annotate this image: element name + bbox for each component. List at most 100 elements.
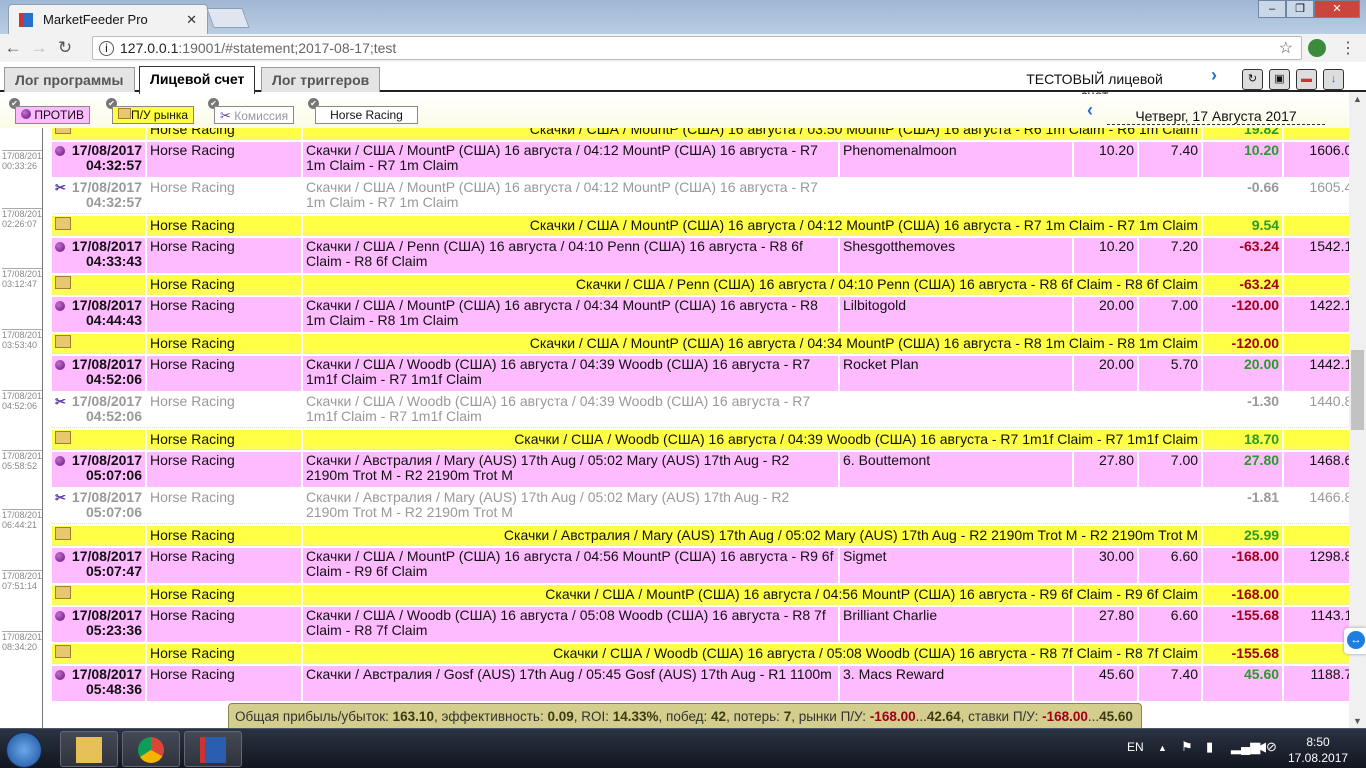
info-icon[interactable]: i [99, 40, 114, 56]
bet-row[interactable]: 17/08/2017 04:52:06 Horse Racing Скачки / С… [52, 356, 1349, 391]
balance: 1542.17 [1284, 238, 1349, 273]
sport: Horse Racing [147, 526, 301, 546]
statement-table: Horse Racing Скачки / США / MountP (США) … [50, 128, 1349, 728]
reload-icon[interactable]: ↻ [52, 38, 78, 58]
bet-pl-min: -168.00 [1042, 709, 1088, 724]
browser-tab[interactable]: MarketFeeder Pro ✕ [8, 4, 208, 34]
bet-row[interactable]: 17/08/2017 04:32:57 Horse Racing Скачки / С… [52, 142, 1349, 177]
selection: 6. Bouttemont [840, 452, 1072, 487]
clock[interactable]: 8:50 17.08.2017 [1288, 734, 1348, 766]
start-button[interactable] [6, 732, 42, 768]
commission-row[interactable]: ✂ 17/08/2017 04:52:06 Horse Racing Скачки / … [52, 393, 1349, 428]
windows-taskbar: EN ▲ ⚑ ▮ ▂▄▆ ◀⊘ 8:50 17.08.2017 [0, 728, 1366, 768]
timeline-timestamp: 17/08/201 00:33:26 [2, 150, 43, 171]
market-summary-row[interactable]: Horse Racing Скачки / Австралия / Mary (A… [52, 526, 1349, 546]
save-button[interactable]: ▣ [1269, 69, 1290, 90]
bet-row[interactable]: 17/08/2017 05:48:36 Horse Racing Скачки / А… [52, 666, 1349, 701]
bet-row[interactable]: 17/08/2017 04:44:43 Horse Racing Скачки / С… [52, 297, 1349, 332]
filter-market-pl[interactable]: П/У рынка [112, 106, 195, 124]
market-icon [55, 645, 71, 658]
chrome-icon [138, 737, 164, 763]
new-tab-button[interactable] [206, 8, 250, 28]
stake [1139, 489, 1202, 524]
odds: 27.80 [1074, 607, 1137, 642]
volume-muted-icon[interactable]: ◀⊘ [1256, 739, 1277, 755]
balance: 1143.18 [1284, 607, 1349, 642]
stake: 7.00 [1139, 297, 1202, 332]
bet-row[interactable]: 17/08/2017 05:07:06 Horse Racing Скачки / А… [52, 452, 1349, 487]
market-summary-row[interactable]: Horse Racing Скачки / США / MountP (США) … [52, 128, 1349, 140]
language-indicator[interactable]: EN [1127, 740, 1144, 754]
selection: Sigmet [840, 548, 1072, 583]
app-favicon-icon [19, 12, 33, 27]
market-pl-max: 42.64 [926, 709, 961, 724]
marketfeeder-taskbar-button[interactable] [184, 731, 242, 767]
forward-icon[interactable]: → [26, 38, 52, 58]
bet-row[interactable]: 17/08/2017 05:23:36 Horse Racing Скачки / С… [52, 607, 1349, 642]
show-hidden-icons[interactable]: ▲ [1158, 743, 1167, 753]
url-path: :19001/#statement;2017-08-17;test [178, 40, 397, 56]
market-name: Скачки / США / Woodb (США) 16 августа / … [303, 430, 1202, 450]
tab-trigger-log[interactable]: Лог триггеров [261, 67, 381, 92]
tab-statement[interactable]: Лицевой счет [139, 66, 256, 94]
close-tab-icon[interactable]: ✕ [186, 12, 197, 28]
market-summary-row[interactable]: Horse Racing Скачки / США / Woodb (США) 1… [52, 430, 1349, 450]
market-summary-row[interactable]: Horse Racing Скачки / США / MountP (США) … [52, 334, 1349, 354]
summary-status-bar: Общая прибыль/убыток: 163.10, эффективно… [228, 703, 1142, 729]
maximize-button[interactable]: ❐ [1286, 0, 1314, 18]
teamviewer-widget[interactable]: ↔ [1344, 628, 1366, 654]
market-summary-row[interactable]: Horse Racing Скачки / США / MountP (США) … [52, 585, 1349, 605]
timeline-timestamp: 17/08/201 03:53:40 [2, 329, 43, 350]
close-window-button[interactable]: ✕ [1314, 0, 1360, 18]
scroll-up-icon[interactable]: ▲ [1353, 94, 1362, 104]
extension-icon[interactable] [1308, 39, 1326, 57]
market-summary-row[interactable]: Horse Racing Скачки / США / Woodb (США) 1… [52, 644, 1349, 664]
bet-datetime: ✂ 17/08/2017 04:32:57 [52, 179, 145, 214]
power-icon[interactable]: ▮ [1206, 739, 1213, 755]
download-button[interactable]: ↓ [1323, 69, 1344, 90]
prev-date-icon[interactable]: ‹ [1087, 100, 1093, 121]
bet-row[interactable]: 17/08/2017 05:07:47 Horse Racing Скачки / С… [52, 548, 1349, 583]
timeline-timestamp: 17/08/201 03:12:47 [2, 268, 43, 289]
filter-commission[interactable]: ✂ Комиссия [214, 106, 295, 124]
commission-row[interactable]: ✂ 17/08/2017 05:07:06 Horse Racing Скачки / … [52, 489, 1349, 524]
tab-title: MarketFeeder Pro [43, 12, 148, 27]
profit-loss: -155.68 [1203, 607, 1283, 642]
tab-program-log[interactable]: Лог программы [4, 67, 135, 92]
menu-icon[interactable]: ⋮ [1340, 38, 1356, 58]
explorer-taskbar-button[interactable] [60, 731, 118, 767]
bet-datetime: ✂ 17/08/2017 04:52:06 [52, 393, 145, 428]
minimize-button[interactable]: – [1258, 0, 1286, 18]
filter-sport[interactable]: Horse Racing [315, 106, 418, 124]
commission-row[interactable]: ✂ 17/08/2017 04:32:57 Horse Racing Скачки / … [52, 179, 1349, 214]
profit-loss: -120.00 [1203, 297, 1283, 332]
market-summary-row[interactable]: Horse Racing Скачки / США / MountP (США) … [52, 216, 1349, 236]
balance: 1605.41 [1284, 179, 1349, 214]
bet-datetime: 17/08/2017 05:07:47 [52, 548, 145, 583]
market-name: Скачки / США / MountP (США) 16 августа /… [303, 297, 838, 332]
bet-row[interactable]: 17/08/2017 04:33:43 Horse Racing Скачки / С… [52, 238, 1349, 273]
date-header[interactable]: Четверг, 17 Августа 2017 [1107, 108, 1325, 125]
lay-bet-icon [55, 146, 65, 156]
balance: 1466.86 [1284, 489, 1349, 524]
scroll-thumb[interactable] [1351, 350, 1364, 430]
sport: Horse Racing [147, 393, 301, 428]
market-name: Скачки / США / MountP (США) 16 августа /… [303, 334, 1202, 354]
back-icon[interactable]: ← [0, 38, 26, 58]
scissors-icon: ✂ [55, 180, 66, 195]
market-icon [55, 276, 71, 289]
market-summary-row[interactable]: Horse Racing Скачки / США / Penn (США) 16… [52, 275, 1349, 295]
action-center-flag-icon[interactable]: ⚑ [1181, 739, 1193, 755]
filter-lay[interactable]: ПРОТИВ [15, 106, 91, 124]
bookmark-star-icon[interactable]: ☆ [1279, 38, 1293, 58]
export-pdf-button[interactable]: ▬ [1296, 69, 1317, 90]
sport: Horse Racing [147, 452, 301, 487]
next-account-icon[interactable]: › [1211, 65, 1217, 86]
scroll-down-icon[interactable]: ▼ [1353, 716, 1362, 726]
chrome-taskbar-button[interactable] [122, 731, 180, 767]
total-pl: 163.10 [392, 709, 434, 724]
url-input[interactable]: i 127.0.0.1:19001/#statement;2017-08-17;t… [92, 36, 1302, 60]
filter-label: П/У рынка [131, 108, 189, 122]
refresh-button[interactable]: ↻ [1242, 69, 1263, 90]
bet-datetime: 17/08/2017 05:48:36 [52, 666, 145, 701]
